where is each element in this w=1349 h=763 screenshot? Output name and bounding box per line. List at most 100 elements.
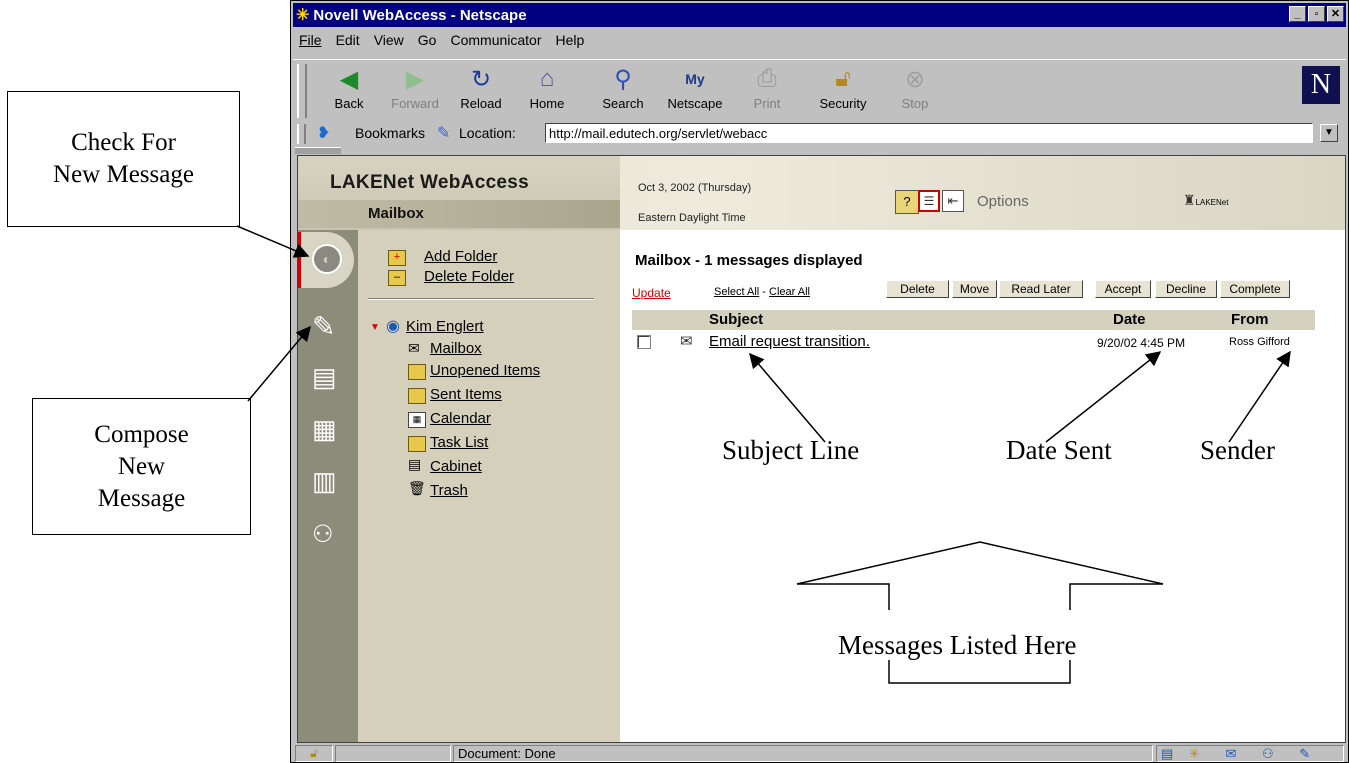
status-bar: 🔓︎ Document: Done ▤ ✳ ✉ ⚇ ✎ xyxy=(293,745,1346,762)
unopened-folder-icon xyxy=(408,364,426,380)
menu-go[interactable]: Go xyxy=(418,32,437,48)
calendar-grid-icon[interactable]: ▦ xyxy=(312,414,337,445)
folder-trash[interactable]: Trash xyxy=(430,482,468,499)
callout-check-new-message: Check For New Message xyxy=(7,91,240,227)
back-arrow-icon: ◀ xyxy=(339,65,359,93)
netscape-button[interactable]: My Netscape xyxy=(663,64,727,111)
print-button[interactable]: ⎙ Print xyxy=(735,64,799,111)
message-table-header: Subject Date From xyxy=(632,310,1315,330)
bookmarks-label[interactable]: Bookmarks xyxy=(355,125,425,141)
read-later-button[interactable]: Read Later xyxy=(999,280,1083,298)
menu-view[interactable]: View xyxy=(374,32,404,48)
add-folder-icon: + xyxy=(388,250,406,266)
exit-icon[interactable]: ⇤ xyxy=(942,190,964,212)
bookmarks-icon[interactable]: ❥ xyxy=(317,123,330,143)
security-button[interactable]: 🔓︎ Security xyxy=(811,64,875,111)
search-button[interactable]: ⚲ Search xyxy=(591,64,655,112)
checklist-icon[interactable]: ☰ xyxy=(918,190,940,212)
reload-button[interactable]: ↻ Reload xyxy=(449,64,513,112)
update-link[interactable]: Update xyxy=(632,286,671,300)
forward-button[interactable]: ▶ Forward xyxy=(383,64,447,112)
options-link[interactable]: Options xyxy=(977,193,1029,210)
status-text: Document: Done xyxy=(453,745,1153,762)
personal-toolbar-tab[interactable] xyxy=(295,147,341,154)
calendar-icon: ▦ xyxy=(408,412,426,428)
netscape-icon: My xyxy=(685,71,705,87)
select-all-link[interactable]: Select All xyxy=(714,286,759,298)
folder-sent-items[interactable]: Sent Items xyxy=(430,386,502,403)
callout-compose-new-text: Compose New Message xyxy=(94,420,189,512)
component-composer-icon[interactable]: ✎ xyxy=(1299,746,1310,761)
netscape-logo-icon[interactable]: N xyxy=(1302,66,1340,104)
documents-icon[interactable]: ▥ xyxy=(312,466,337,497)
print-icon: ⎙ xyxy=(757,65,777,92)
user-globe-icon: ◉ xyxy=(386,318,400,335)
folder-task-list[interactable]: Task List xyxy=(430,434,488,451)
move-button[interactable]: Move xyxy=(952,280,997,298)
subject-column-header[interactable]: Subject xyxy=(709,311,763,328)
menu-communicator[interactable]: Communicator xyxy=(450,32,541,48)
message-checkbox[interactable] xyxy=(637,335,651,349)
location-icon: ✎ xyxy=(437,125,451,142)
folder-calendar[interactable]: Calendar xyxy=(430,410,491,427)
help-icon[interactable]: ? xyxy=(895,190,919,214)
component-mail-icon[interactable]: ✉ xyxy=(1225,746,1236,761)
progress-bar xyxy=(335,745,451,762)
message-from: Ross Gifford xyxy=(1229,336,1290,348)
close-button[interactable]: ✕ xyxy=(1327,6,1344,22)
compose-icon[interactable]: ✎ xyxy=(312,310,335,343)
header-date: Oct 3, 2002 (Thursday) xyxy=(638,182,752,194)
mailbox-band xyxy=(298,200,620,228)
back-button[interactable]: ◀ Back xyxy=(317,64,381,112)
folder-unopened-items[interactable]: Unopened Items xyxy=(430,362,540,379)
folder-cabinet[interactable]: Cabinet xyxy=(430,458,482,475)
table-row: ✉ Email request transition. 9/20/02 4:45… xyxy=(632,332,1315,352)
minimize-button[interactable]: _ xyxy=(1289,6,1306,22)
url-dropdown-button[interactable]: ▼ xyxy=(1320,124,1338,142)
accept-button[interactable]: Accept xyxy=(1095,280,1151,298)
menu-help[interactable]: Help xyxy=(556,32,585,48)
check-new-mail-icon[interactable]: ◐ xyxy=(312,244,342,274)
url-input[interactable]: http://mail.edutech.org/servlet/webacc xyxy=(545,123,1313,143)
delete-folder-link[interactable]: Delete Folder xyxy=(424,268,514,285)
window-title: Novell WebAccess - Netscape xyxy=(313,6,527,24)
clear-all-link[interactable]: Clear All xyxy=(769,286,810,298)
lakenet-logo-icon: ♜LAKENet xyxy=(1183,192,1229,208)
from-column-header[interactable]: From xyxy=(1231,311,1269,328)
stop-button[interactable]: ⊗ Stop xyxy=(883,64,947,112)
search-icon: ⚲ xyxy=(614,65,632,93)
users-icon[interactable]: ⚇ xyxy=(312,520,334,549)
component-netscape-icon[interactable]: ✳ xyxy=(1189,746,1200,761)
sent-folder-icon xyxy=(408,388,426,404)
delete-folder-icon: – xyxy=(388,270,406,286)
component-groups-icon[interactable]: ⚇ xyxy=(1262,746,1274,761)
delete-button[interactable]: Delete xyxy=(886,280,949,298)
decline-button[interactable]: Decline xyxy=(1155,280,1217,298)
location-label: Location: xyxy=(459,125,516,141)
menu-bar: File Edit View Go Communicator Help xyxy=(293,29,1346,51)
webaccess-nav: ◐ ✎ ▤ ▦ ▥ ⚇ xyxy=(298,230,358,742)
sender-label: Sender xyxy=(1200,435,1275,465)
toolbar-grip[interactable] xyxy=(297,64,307,118)
stop-icon: ⊗ xyxy=(904,65,926,93)
menu-edit[interactable]: Edit xyxy=(336,32,360,48)
component-navigator-icon[interactable]: ▤ xyxy=(1161,746,1173,761)
complete-button[interactable]: Complete xyxy=(1220,280,1290,298)
home-button[interactable]: ⌂ Home xyxy=(515,64,579,111)
select-separator: - xyxy=(759,286,770,298)
address-book-icon[interactable]: ▤ xyxy=(312,362,337,393)
folder-mailbox[interactable]: Mailbox xyxy=(430,340,482,357)
message-subject-link[interactable]: Email request transition. xyxy=(709,333,870,350)
add-folder-link[interactable]: Add Folder xyxy=(424,248,497,265)
maximize-button[interactable]: ▫ xyxy=(1308,6,1325,22)
user-link[interactable]: Kim Englert xyxy=(406,318,484,335)
task-list-icon xyxy=(408,436,426,452)
section-title: Mailbox xyxy=(368,205,424,222)
menu-file[interactable]: File xyxy=(299,32,322,48)
location-grip[interactable] xyxy=(297,124,306,144)
browser-window: ✳ Novell WebAccess - Netscape _ ▫ ✕ File… xyxy=(290,0,1349,763)
date-column-header[interactable]: Date xyxy=(1113,311,1146,328)
title-bar: ✳ Novell WebAccess - Netscape _ ▫ ✕ xyxy=(293,3,1346,27)
expand-arrow-icon[interactable]: ▼ xyxy=(370,322,380,333)
message-list-pane: Mailbox - 1 messages displayed Update Se… xyxy=(620,230,1345,742)
